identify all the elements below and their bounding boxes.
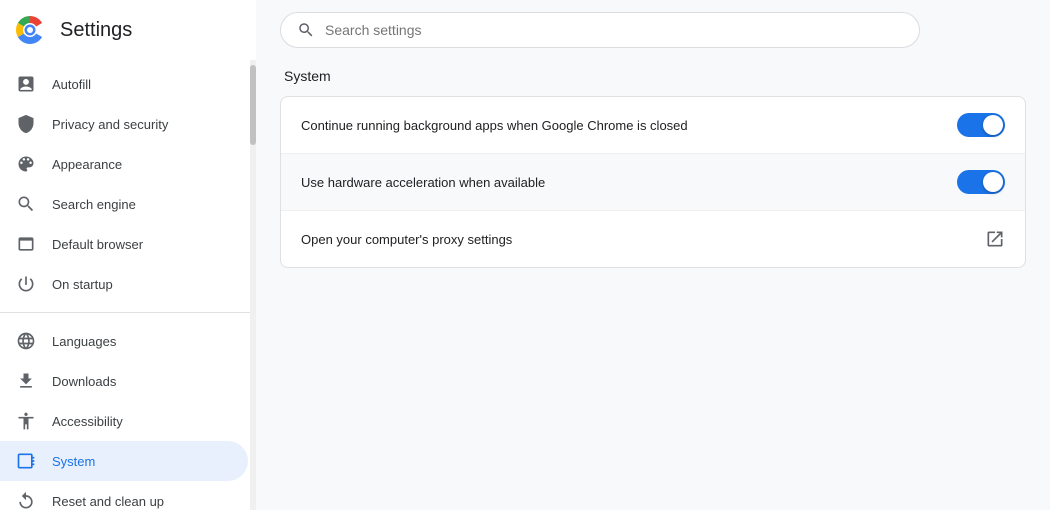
sidebar-item-appearance[interactable]: Appearance (0, 144, 248, 184)
sidebar-item-on-startup-label: On startup (52, 277, 113, 292)
toggle-thumb-background-apps (983, 115, 1003, 135)
toggle-thumb-hardware-acceleration (983, 172, 1003, 192)
on-startup-icon (16, 274, 36, 294)
setting-row-hardware-acceleration: Use hardware acceleration when available (281, 154, 1025, 211)
autofill-icon (16, 74, 36, 94)
setting-text-background-apps: Continue running background apps when Go… (301, 118, 957, 133)
main-content: System Continue running background apps … (256, 0, 1050, 510)
sidebar-header: Settings (0, 0, 256, 60)
reset-icon (16, 491, 36, 510)
nav-divider-1 (0, 312, 256, 313)
accessibility-icon (16, 411, 36, 431)
sidebar: Settings Autofill Privacy and security (0, 0, 256, 510)
sidebar-scrollbar-track[interactable] (250, 60, 256, 510)
sidebar-item-autofill[interactable]: Autofill (0, 64, 248, 104)
sidebar-item-downloads[interactable]: Downloads (0, 361, 248, 401)
toggle-track-hardware-acceleration[interactable] (957, 170, 1005, 194)
content-area: System Continue running background apps … (256, 60, 1050, 510)
downloads-icon (16, 371, 36, 391)
app-title: Settings (60, 19, 132, 42)
section-title: System (280, 68, 1026, 84)
search-bar (280, 12, 920, 48)
search-input[interactable] (325, 22, 903, 38)
sidebar-item-reset[interactable]: Reset and clean up (0, 481, 248, 510)
settings-card: Continue running background apps when Go… (280, 96, 1026, 268)
search-icon (297, 21, 315, 39)
sidebar-item-privacy[interactable]: Privacy and security (0, 104, 248, 144)
sidebar-item-on-startup[interactable]: On startup (0, 264, 248, 304)
sidebar-item-autofill-label: Autofill (52, 77, 91, 92)
toggle-hardware-acceleration[interactable] (957, 170, 1005, 194)
search-engine-icon (16, 194, 36, 214)
languages-icon (16, 331, 36, 351)
search-bar-container (256, 0, 1050, 60)
chrome-logo-icon (12, 12, 48, 48)
sidebar-item-default-browser-label: Default browser (52, 237, 143, 252)
sidebar-item-search-engine-label: Search engine (52, 197, 136, 212)
setting-row-proxy-settings: Open your computer's proxy settings (281, 211, 1025, 267)
sidebar-item-search-engine[interactable]: Search engine (0, 184, 248, 224)
sidebar-item-privacy-label: Privacy and security (52, 117, 168, 132)
setting-text-proxy-settings: Open your computer's proxy settings (301, 232, 985, 247)
sidebar-item-default-browser[interactable]: Default browser (0, 224, 248, 264)
proxy-settings-external-link-icon[interactable] (985, 229, 1005, 249)
sidebar-scrollbar-thumb[interactable] (250, 65, 256, 145)
sidebar-item-system-label: System (52, 454, 95, 469)
sidebar-item-reset-label: Reset and clean up (52, 494, 164, 509)
default-browser-icon (16, 234, 36, 254)
sidebar-nav: Autofill Privacy and security Appearance (0, 60, 256, 510)
toggle-track-background-apps[interactable] (957, 113, 1005, 137)
appearance-icon (16, 154, 36, 174)
sidebar-item-languages[interactable]: Languages (0, 321, 248, 361)
privacy-icon (16, 114, 36, 134)
system-icon (16, 451, 36, 471)
setting-text-hardware-acceleration: Use hardware acceleration when available (301, 175, 957, 190)
sidebar-item-languages-label: Languages (52, 334, 116, 349)
sidebar-item-appearance-label: Appearance (52, 157, 122, 172)
sidebar-item-accessibility[interactable]: Accessibility (0, 401, 248, 441)
sidebar-item-system[interactable]: System (0, 441, 248, 481)
setting-row-background-apps: Continue running background apps when Go… (281, 97, 1025, 154)
sidebar-item-downloads-label: Downloads (52, 374, 116, 389)
sidebar-item-accessibility-label: Accessibility (52, 414, 123, 429)
toggle-background-apps[interactable] (957, 113, 1005, 137)
